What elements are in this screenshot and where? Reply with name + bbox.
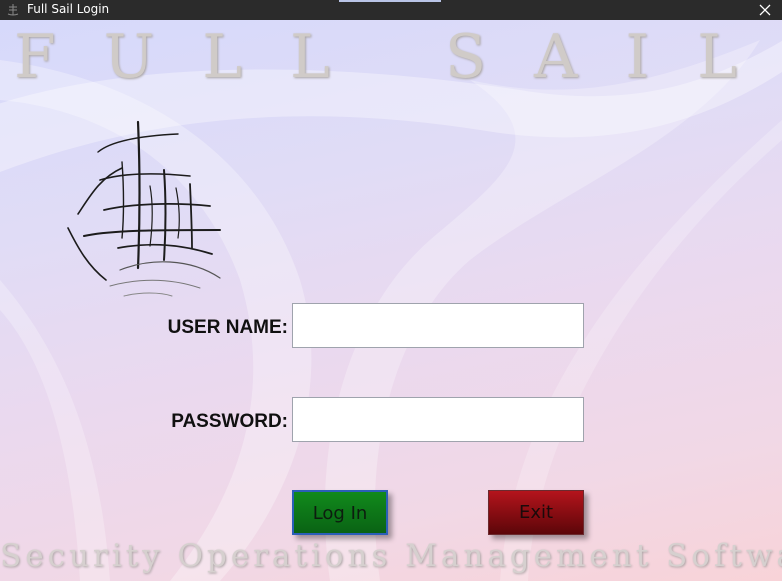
close-button[interactable] — [748, 0, 782, 20]
username-input[interactable] — [292, 303, 584, 348]
exit-button[interactable]: Exit — [488, 490, 584, 535]
window-title: Full Sail Login — [27, 2, 110, 16]
titlebar-accent — [339, 0, 441, 2]
brand-tagline: Security Operations Management Software — [0, 538, 782, 574]
login-panel: FULL SAIL USER NAME: PASSWORD: Log In Ex… — [0, 20, 782, 581]
username-label: USER NAME: — [167, 317, 288, 338]
ship-icon — [6, 3, 20, 17]
title-bar[interactable]: Full Sail Login — [0, 0, 782, 20]
login-window: Full Sail Login FULL SAIL USER NAME: PAS… — [0, 0, 782, 581]
login-button[interactable]: Log In — [292, 490, 388, 535]
sailing-ship-logo — [67, 120, 221, 297]
brand-title: FULL SAIL — [14, 22, 782, 92]
close-icon — [759, 4, 771, 16]
background-swooshes — [0, 40, 782, 581]
password-label: PASSWORD: — [171, 411, 288, 432]
password-input[interactable] — [292, 397, 584, 442]
